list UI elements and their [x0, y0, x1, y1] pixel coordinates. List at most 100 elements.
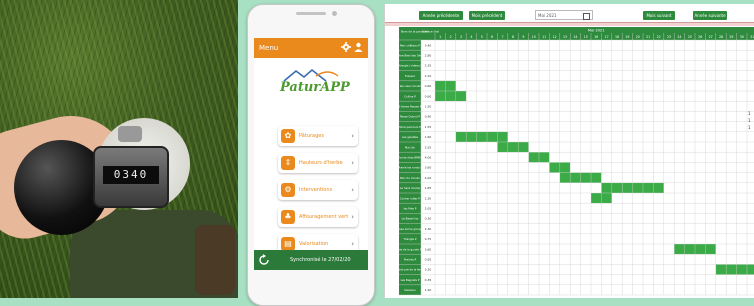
calendar-icon[interactable]	[583, 13, 590, 20]
menu-item-interventions[interactable]: ⚙ Interventions ›	[278, 180, 358, 200]
row-name: Le Bazeil les	[402, 217, 419, 221]
row-name: Fonde chez BMET	[399, 156, 422, 160]
day-header: 11	[542, 35, 546, 39]
phone-mockup: Menu PaturAPP ✿ Pâturages › ⇕ Hauteurs d…	[247, 4, 375, 306]
day-header: 17	[605, 35, 609, 39]
row-name: Dessous	[404, 288, 416, 292]
gear-icon[interactable]	[341, 42, 351, 52]
user-icon[interactable]	[354, 42, 363, 52]
grass-icon: ✿	[281, 129, 295, 143]
row-name: Parc du moulin	[400, 176, 420, 180]
day-header: 31	[750, 35, 754, 39]
row-area: 1,20	[425, 288, 432, 292]
day-header: 29	[729, 35, 733, 39]
menu-item-paturages[interactable]: ✿ Pâturages ›	[278, 126, 358, 146]
chevron-right-icon: ›	[351, 159, 354, 167]
menu-title[interactable]: Menu	[259, 44, 278, 52]
row-name: Prairie de la gunde Prise	[399, 247, 427, 251]
row-name: Grand pré de la ferme	[399, 268, 425, 272]
sync-text: Synchronisé le 27/02/20	[290, 257, 351, 263]
grazing-grid: Mai 2021Nom de la parcelleSurface (ha)1 2…	[393, 27, 754, 296]
column-header-area: Surface (ha)	[422, 30, 439, 34]
row-area: 0,30	[425, 217, 432, 221]
grazing-table: Mai 2021 Nom de la parcelle Surface (ha) 1 2…	[393, 27, 754, 298]
day-header: 14	[573, 35, 577, 39]
row-area: 0,75	[425, 237, 432, 241]
day-header: 12	[553, 35, 557, 39]
row-name: Prairies P	[404, 258, 417, 262]
row-name: Le haut champ	[400, 186, 420, 190]
row-name: Passe Outnal P	[400, 115, 420, 119]
prev-month-button[interactable]: Mois précédent	[469, 11, 505, 20]
header-month-label: Mai 2021	[588, 29, 605, 33]
day-header: 10	[532, 35, 536, 39]
month-select-field[interactable]: Mai 2021	[535, 10, 593, 20]
day-header: 4	[470, 35, 472, 39]
tally-counter: 0340	[93, 146, 169, 208]
menu-item-label: Pâturages	[299, 133, 324, 139]
row-area: 2,35	[425, 64, 432, 68]
chevron-right-icon: ›	[351, 132, 354, 140]
row-area: 0,60	[425, 84, 432, 88]
row-name: Triangle / rideau P	[399, 64, 422, 68]
next-year-button[interactable]: Année suivante	[693, 11, 727, 20]
row-area: 3,60	[425, 247, 432, 251]
prev-year-button[interactable]: Année précédente	[419, 11, 463, 20]
row-name: Prairie les ronds P	[399, 166, 422, 170]
menu-item-hauteurs[interactable]: ⇕ Hauteurs d'herbe ›	[278, 153, 358, 173]
day-header: 5	[481, 35, 483, 39]
menu-item-label: Affouragement vert	[299, 214, 349, 220]
planning-sheet: Année précédente Mois précédent Mai 2021…	[384, 4, 754, 298]
day-header: 28	[719, 35, 723, 39]
annotation: 1	[748, 125, 751, 130]
side-annotations: 1 1 1	[748, 110, 751, 131]
row-area: 4,00	[425, 176, 432, 180]
row-area: 0,65	[425, 258, 432, 262]
row-name: Fosseur	[405, 74, 416, 78]
menu-item-affouragement[interactable]: ♣ Affouragement vert ›	[278, 207, 358, 227]
day-header: 9	[522, 35, 524, 39]
logo-text: PaturAPP	[280, 80, 350, 95]
row-area: 1,85	[425, 186, 432, 190]
row-area: 2,10	[425, 74, 432, 78]
next-month-button[interactable]: Mois suivant	[643, 11, 675, 20]
day-header: 16	[594, 35, 598, 39]
sync-icon[interactable]	[258, 254, 270, 266]
day-header: 15	[584, 35, 588, 39]
app-menu-bar: Menu	[254, 38, 368, 58]
sync-status-bar[interactable]: Synchronisé le 27/02/20	[254, 250, 368, 270]
row-name: Triangle P	[402, 237, 416, 241]
day-header: 30	[740, 35, 744, 39]
row-area: 3,60	[425, 166, 432, 170]
row-area: 2,80	[425, 54, 432, 58]
grazing-cell	[455, 131, 508, 142]
row-area: 3,20	[425, 268, 432, 272]
row-area: 1,60	[425, 135, 432, 139]
counter-display: 0340	[103, 166, 159, 184]
month-select-value: Mai 2021	[538, 13, 557, 18]
app-logo: PaturAPP	[254, 68, 368, 104]
phone-camera	[332, 11, 337, 16]
ruler-icon: ⇕	[281, 156, 295, 170]
chevron-right-icon: ›	[351, 213, 354, 221]
day-header: 26	[698, 35, 702, 39]
row-area: 2,30	[425, 227, 432, 231]
row-area: 1,55	[425, 125, 432, 129]
row-area: 0,60	[425, 94, 432, 98]
row-name: Parc château P	[400, 43, 420, 47]
row-area: 3,40	[425, 43, 432, 47]
counter-knob	[118, 126, 142, 142]
grazing-cell	[435, 91, 467, 102]
grazing-cell	[715, 264, 754, 275]
annotation: 1	[748, 118, 751, 123]
row-name: les Prés P	[404, 207, 417, 211]
row-area: 0,35	[425, 278, 432, 282]
day-header: 2	[450, 35, 452, 39]
boot	[195, 225, 235, 295]
day-header: 22	[657, 35, 661, 39]
row-name: 3 terres Passes P	[399, 105, 422, 109]
leaf-icon: ♣	[281, 210, 295, 224]
menu-item-label: Interventions	[299, 187, 333, 193]
day-header: 21	[646, 35, 650, 39]
photo-panel: 0340	[0, 0, 238, 298]
